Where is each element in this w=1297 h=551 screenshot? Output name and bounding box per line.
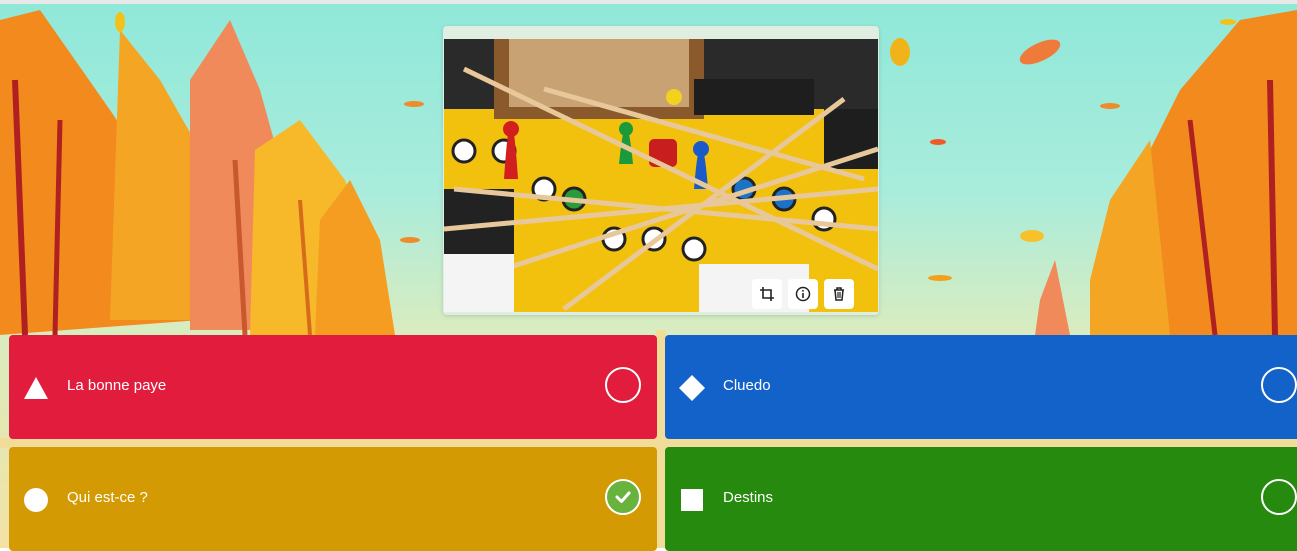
crop-button[interactable] <box>752 279 782 309</box>
answer-option-2[interactable]: Cluedo <box>665 335 1297 439</box>
board-games-image <box>444 39 878 312</box>
triangle-icon <box>24 377 48 399</box>
board-games-photo <box>444 39 878 312</box>
info-icon <box>795 286 811 302</box>
answer-option-4[interactable]: Destins <box>665 447 1297 551</box>
image-toolbar <box>752 279 854 309</box>
top-border <box>0 0 1297 4</box>
mark-correct-toggle[interactable] <box>605 479 641 515</box>
image-info-button[interactable] <box>788 279 818 309</box>
mark-correct-toggle[interactable] <box>605 367 641 403</box>
diamond-icon <box>679 375 705 401</box>
answer-text[interactable]: Destins <box>723 489 773 506</box>
mark-correct-toggle[interactable] <box>1261 479 1297 515</box>
question-image-card <box>443 26 879 315</box>
answer-option-1[interactable]: La bonne paye <box>9 335 657 439</box>
crop-icon <box>760 287 774 301</box>
circle-icon <box>24 488 48 512</box>
checkmark-icon <box>615 491 631 503</box>
answer-text[interactable]: Qui est-ce ? <box>67 489 148 506</box>
delete-image-button[interactable] <box>824 279 854 309</box>
mark-correct-toggle[interactable] <box>1261 367 1297 403</box>
answer-text[interactable]: Cluedo <box>723 377 771 394</box>
answer-text[interactable]: La bonne paye <box>67 377 166 394</box>
answer-option-3[interactable]: Qui est-ce ? <box>9 447 657 551</box>
square-icon <box>681 489 703 511</box>
trash-icon <box>834 287 844 301</box>
